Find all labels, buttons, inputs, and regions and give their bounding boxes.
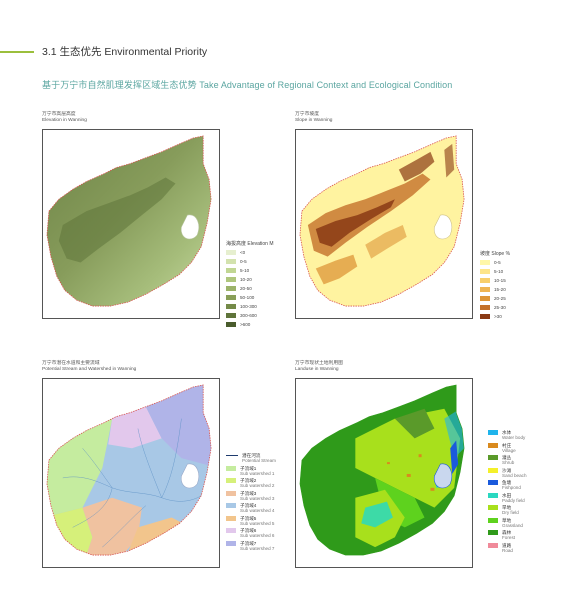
elevation-legend-item: >600 xyxy=(226,322,274,331)
landuse-legend-item: 道路 Road xyxy=(488,542,527,556)
elevation-caption-en: Elevation in Wanning xyxy=(42,117,87,123)
elevation-legend-item: 0-5 xyxy=(226,259,274,268)
legend-swatch xyxy=(488,517,498,523)
landuse-legend-item: 水田 Paddy field xyxy=(488,492,527,506)
watershed-legend-item: 子流域3 Sub watershed 3 xyxy=(226,490,276,504)
elevation-legend-item: 5-10 xyxy=(226,268,274,277)
slope-legend-item: 20-25 xyxy=(480,296,510,305)
legend-swatch xyxy=(480,296,490,301)
legend-swatch xyxy=(488,492,498,498)
landuse-caption-en: Landuse in Wanning xyxy=(295,366,339,372)
watershed-caption-cn: 万宁市潜在水道和主要流域 xyxy=(42,361,100,366)
legend-swatch xyxy=(480,278,490,283)
legend-swatch xyxy=(226,540,236,546)
legend-swatch xyxy=(226,313,236,318)
landuse-legend: 水体 Water body 村庄 Village 灌丛 Shrub 沙滩 Sand be… xyxy=(488,430,527,555)
section-subtitle: 基于万宁市自然肌理发挥区域生态优势 Take Advantage of Regi… xyxy=(42,80,453,90)
watershed-legend-item: 子流域6 Sub watershed 6 xyxy=(226,528,276,541)
legend-swatch xyxy=(488,530,498,535)
legend-swatch xyxy=(226,503,236,508)
slope-legend-item: 0-5 xyxy=(480,260,510,269)
elevation-legend-title: 海拔高度 Elevation M xyxy=(226,241,274,247)
slope-legend-item: 10-15 xyxy=(480,278,510,287)
legend-swatch xyxy=(226,465,236,471)
slope-legend-item: 25-30 xyxy=(480,305,510,314)
watershed-legend: 潜在河流 Potential Stream 子流域1 Sub watershed 1… xyxy=(226,453,276,553)
slope-legend: 坡度 Slope % 0-5 5-10 10-15 15-20 20-25 25… xyxy=(480,250,510,323)
legend-swatch xyxy=(488,442,498,448)
legend-swatch xyxy=(226,304,236,309)
elevation-legend-item: 50-100 xyxy=(226,295,274,304)
elevation-legend-item: 300-600 xyxy=(226,313,274,322)
watershed-legend-item: 子流域5 Sub watershed 5 xyxy=(226,515,276,529)
elevation-legend-item: <0 xyxy=(226,250,274,259)
landuse-caption-cn: 万宁市现状土地利用图 xyxy=(295,361,343,366)
legend-swatch xyxy=(226,268,236,273)
slope-caption-en: Slope in Wanning xyxy=(295,117,333,123)
landuse-legend-item: 草地 Grassland xyxy=(488,517,527,531)
landuse-legend-item: 灌丛 Shrub xyxy=(488,455,527,468)
landuse-legend-item: 村庄 Village xyxy=(488,442,527,456)
legend-swatch xyxy=(226,528,236,533)
legend-swatch xyxy=(226,322,236,327)
legend-swatch xyxy=(488,505,498,510)
legend-swatch xyxy=(226,259,236,264)
legend-swatch xyxy=(226,478,236,483)
landuse-legend-item: 旱地 Dry field xyxy=(488,505,527,518)
legend-swatch xyxy=(488,430,498,435)
landuse-map xyxy=(299,384,465,556)
legend-swatch xyxy=(480,305,490,310)
landuse-legend-item: 森林 Forest xyxy=(488,530,527,543)
elevation-map xyxy=(46,135,212,307)
legend-swatch xyxy=(480,314,490,319)
watershed-legend-item: 子流域7 Sub watershed 7 xyxy=(226,540,276,554)
slope-map-frame xyxy=(295,129,473,319)
legend-swatch xyxy=(488,542,498,548)
watershed-legend-item: 子流域4 Sub watershed 4 xyxy=(226,503,276,516)
elevation-legend-item: 20-50 xyxy=(226,286,274,295)
legend-swatch xyxy=(488,480,498,485)
legend-swatch xyxy=(226,515,236,521)
landuse-legend-item: 鱼塘 Fishpond xyxy=(488,480,527,493)
slope-caption-cn: 万宁市坡度 xyxy=(295,112,319,117)
watershed-map-caption: 万宁市潜在水道和主要流域 Potential Stream and Waters… xyxy=(42,361,136,373)
slope-legend-title: 坡度 Slope % xyxy=(480,251,511,257)
legend-swatch xyxy=(480,287,490,292)
elevation-map-frame xyxy=(42,129,220,319)
legend-swatch xyxy=(226,490,236,496)
slope-map-caption: 万宁市坡度 Slope in Wanning xyxy=(295,112,332,124)
slope-legend-item: 5-10 xyxy=(480,269,510,278)
elevation-legend: 海拔高度 Elevation M <0 0-5 5-10 10-20 20-50… xyxy=(226,240,274,331)
section-title: 3.1 生态优先 Environmental Priority xyxy=(42,46,208,58)
watershed-legend-item: 子流域1 Sub watershed 1 xyxy=(226,465,276,479)
legend-swatch xyxy=(226,277,236,282)
landuse-map-frame xyxy=(295,378,473,568)
watershed-legend-item: 潜在河流 Potential Stream xyxy=(226,453,276,466)
legend-line-swatch xyxy=(226,455,238,457)
legend-swatch xyxy=(488,455,498,460)
legend-swatch xyxy=(226,295,236,300)
legend-swatch xyxy=(226,250,236,255)
watershed-caption-en: Potential Stream and Watershed in Wannin… xyxy=(42,366,137,372)
elevation-map-caption: 万宁市高层高度 Elevation in Wanning xyxy=(42,112,87,124)
slope-legend-item: >30 xyxy=(480,314,510,323)
legend-swatch xyxy=(226,286,236,291)
elevation-legend-item: 10-20 xyxy=(226,277,274,286)
watershed-map-frame xyxy=(42,378,220,568)
landuse-legend-item: 沙滩 Sand beach xyxy=(488,467,527,481)
slope-legend-item: 15-20 xyxy=(480,287,510,296)
legend-swatch xyxy=(480,260,490,265)
watershed-legend-item: 子流域2 Sub watershed 2 xyxy=(226,478,276,491)
legend-swatch xyxy=(480,269,490,274)
elevation-legend-item: 100-300 xyxy=(226,304,274,313)
landuse-legend-item: 水体 Water body xyxy=(488,430,527,443)
elevation-caption-cn: 万宁市高层高度 xyxy=(42,112,76,117)
legend-swatch xyxy=(488,467,498,473)
slope-map xyxy=(299,135,465,307)
watershed-map xyxy=(46,384,212,556)
landuse-map-caption: 万宁市现状土地利用图 Landuse in Wanning xyxy=(295,361,343,373)
section-accent-line xyxy=(0,51,34,53)
